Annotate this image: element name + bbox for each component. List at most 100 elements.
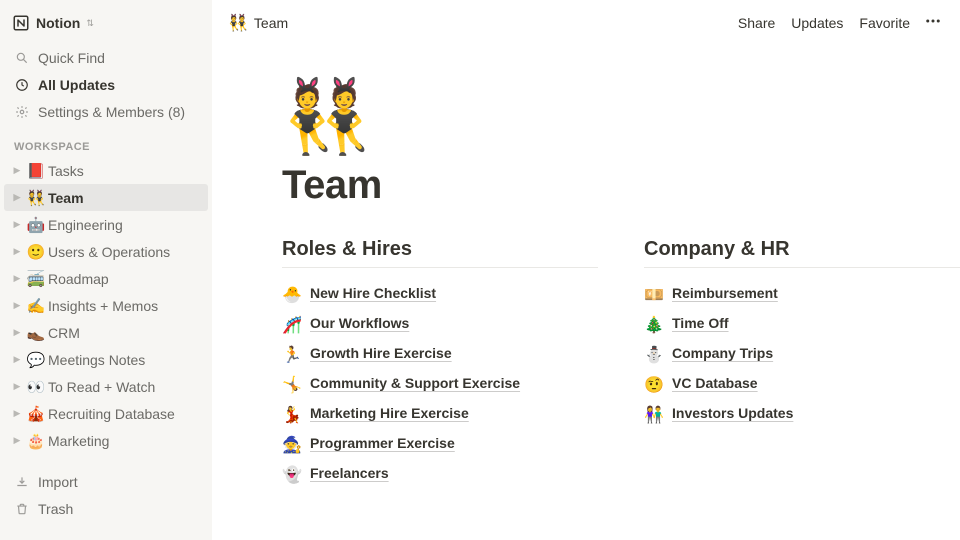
workspace-switcher[interactable]: Notion ⇅ <box>0 10 212 42</box>
chevron-right-icon[interactable]: ▶ <box>10 327 24 338</box>
all-updates-label: All Updates <box>38 77 115 93</box>
link-label: Our Workflows <box>310 315 409 331</box>
quick-find-label: Quick Find <box>38 50 105 66</box>
chevron-right-icon[interactable]: ▶ <box>10 273 24 284</box>
chevron-right-icon[interactable]: ▶ <box>10 300 24 311</box>
link-emoji-icon: 👫 <box>644 405 664 425</box>
settings-members-label: Settings & Members (8) <box>38 104 185 120</box>
sidebar-item-marketing[interactable]: ▶ 🎂 Marketing <box>4 427 208 454</box>
page-emoji-icon: 👞 <box>26 324 46 342</box>
sidebar-item-to-read-watch[interactable]: ▶ 👀 To Read + Watch <box>4 373 208 400</box>
sidebar-item-label: Insights + Memos <box>48 298 158 314</box>
link-label: Community & Support Exercise <box>310 375 520 391</box>
clock-icon <box>14 78 30 92</box>
quick-find[interactable]: Quick Find <box>4 44 208 71</box>
sidebar-item-label: Team <box>48 190 84 206</box>
page-link-company-trips[interactable]: ⛄ Company Trips <box>644 340 960 370</box>
page-link-community-support-exercise[interactable]: 🤸 Community & Support Exercise <box>282 370 598 400</box>
sidebar-item-label: Engineering <box>48 217 123 233</box>
page-link-vc-database[interactable]: 🤨 VC Database <box>644 370 960 400</box>
chevron-right-icon[interactable]: ▶ <box>10 219 24 230</box>
link-emoji-icon: 💃 <box>282 405 302 425</box>
updates-button[interactable]: Updates <box>783 11 851 35</box>
all-updates[interactable]: All Updates <box>4 71 208 98</box>
columns: Roles & Hires 🐣 New Hire Checklist 🎢 Our… <box>282 238 960 490</box>
share-button[interactable]: Share <box>730 11 783 35</box>
link-label: Freelancers <box>310 465 389 481</box>
sidebar-item-roadmap[interactable]: ▶ 🚎 Roadmap <box>4 265 208 292</box>
page-emoji-icon: 🎂 <box>26 432 46 450</box>
column-roles-hires: Roles & Hires 🐣 New Hire Checklist 🎢 Our… <box>282 238 598 490</box>
favorite-button[interactable]: Favorite <box>851 11 918 35</box>
link-emoji-icon: 💴 <box>644 285 664 305</box>
sidebar-item-engineering[interactable]: ▶ 🤖 Engineering <box>4 211 208 238</box>
sidebar-item-label: To Read + Watch <box>48 379 155 395</box>
more-button[interactable] <box>918 8 948 37</box>
page-link-programmer-exercise[interactable]: 🧙 Programmer Exercise <box>282 430 598 460</box>
chevron-right-icon[interactable]: ▶ <box>10 381 24 392</box>
chevron-right-icon[interactable]: ▶ <box>10 435 24 446</box>
page-icon[interactable]: 👯 <box>282 81 960 153</box>
link-label: Programmer Exercise <box>310 435 455 451</box>
more-horizontal-icon <box>924 12 942 33</box>
page-emoji-icon: 🚎 <box>26 270 46 288</box>
sidebar-item-tasks[interactable]: ▶ 📕 Tasks <box>4 157 208 184</box>
sidebar-item-label: Meetings Notes <box>48 352 145 368</box>
sidebar-item-label: Tasks <box>48 163 84 179</box>
link-emoji-icon: ⛄ <box>644 345 664 365</box>
page-content: 👯 Team Roles & Hires 🐣 New Hire Checklis… <box>212 45 960 540</box>
trash[interactable]: Trash <box>4 495 208 522</box>
sidebar-item-meetings-notes[interactable]: ▶ 💬 Meetings Notes <box>4 346 208 373</box>
page-link-freelancers[interactable]: 👻 Freelancers <box>282 460 598 490</box>
page-emoji-icon: 🙂 <box>26 243 46 261</box>
workspace-name: Notion <box>36 15 80 31</box>
page-link-investors-updates[interactable]: 👫 Investors Updates <box>644 400 960 430</box>
link-label: Company Trips <box>672 345 773 361</box>
sidebar-item-recruiting-database[interactable]: ▶ 🎪 Recruiting Database <box>4 400 208 427</box>
sidebar-top-section: Quick Find All Updates Settings & Member… <box>0 42 212 127</box>
sidebar: Notion ⇅ Quick Find All Updates Settings… <box>0 0 212 540</box>
page-link-reimbursement[interactable]: 💴 Reimbursement <box>644 280 960 310</box>
link-emoji-icon: 🧙 <box>282 435 302 455</box>
page-link-growth-hire-exercise[interactable]: 🏃 Growth Hire Exercise <box>282 340 598 370</box>
link-label: Reimbursement <box>672 285 778 301</box>
chevron-right-icon[interactable]: ▶ <box>10 354 24 365</box>
sidebar-item-insights-memos[interactable]: ▶ ✍️ Insights + Memos <box>4 292 208 319</box>
sidebar-item-team[interactable]: ▶ 👯 Team <box>4 184 208 211</box>
link-label: VC Database <box>672 375 758 391</box>
column-heading[interactable]: Company & HR <box>644 238 960 268</box>
page-link-marketing-hire-exercise[interactable]: 💃 Marketing Hire Exercise <box>282 400 598 430</box>
sidebar-bottom-section: Import Trash <box>0 468 212 522</box>
trash-label: Trash <box>38 501 73 517</box>
column-heading[interactable]: Roles & Hires <box>282 238 598 268</box>
page-title[interactable]: Team <box>282 163 960 208</box>
chevron-right-icon[interactable]: ▶ <box>10 192 24 203</box>
breadcrumb[interactable]: 👯 Team <box>224 9 292 37</box>
workspace-tree: ▶ 📕 Tasks ▶ 👯 Team ▶ 🤖 Engineering ▶ 🙂 U… <box>0 157 212 454</box>
breadcrumb-label: Team <box>254 15 288 31</box>
sidebar-item-label: Users & Operations <box>48 244 170 260</box>
breadcrumb-emoji-icon: 👯 <box>228 13 248 33</box>
page-link-time-off[interactable]: 🎄 Time Off <box>644 310 960 340</box>
sidebar-item-label: Roadmap <box>48 271 109 287</box>
sidebar-item-crm[interactable]: ▶ 👞 CRM <box>4 319 208 346</box>
link-emoji-icon: 🏃 <box>282 345 302 365</box>
search-icon <box>14 51 30 65</box>
chevron-right-icon[interactable]: ▶ <box>10 246 24 257</box>
page-link-new-hire-checklist[interactable]: 🐣 New Hire Checklist <box>282 280 598 310</box>
topbar: 👯 Team Share Updates Favorite <box>212 0 960 45</box>
page-emoji-icon: 📕 <box>26 162 46 180</box>
settings-members[interactable]: Settings & Members (8) <box>4 98 208 125</box>
link-emoji-icon: 🤸 <box>282 375 302 395</box>
column-company-hr: Company & HR 💴 Reimbursement 🎄 Time Off … <box>644 238 960 490</box>
unfold-icon: ⇅ <box>86 19 94 28</box>
chevron-right-icon[interactable]: ▶ <box>10 165 24 176</box>
chevron-right-icon[interactable]: ▶ <box>10 408 24 419</box>
link-emoji-icon: 🎄 <box>644 315 664 335</box>
link-label: New Hire Checklist <box>310 285 436 301</box>
sidebar-item-users-operations[interactable]: ▶ 🙂 Users & Operations <box>4 238 208 265</box>
page-emoji-icon: 🤖 <box>26 216 46 234</box>
import[interactable]: Import <box>4 468 208 495</box>
page-link-our-workflows[interactable]: 🎢 Our Workflows <box>282 310 598 340</box>
link-label: Growth Hire Exercise <box>310 345 452 361</box>
